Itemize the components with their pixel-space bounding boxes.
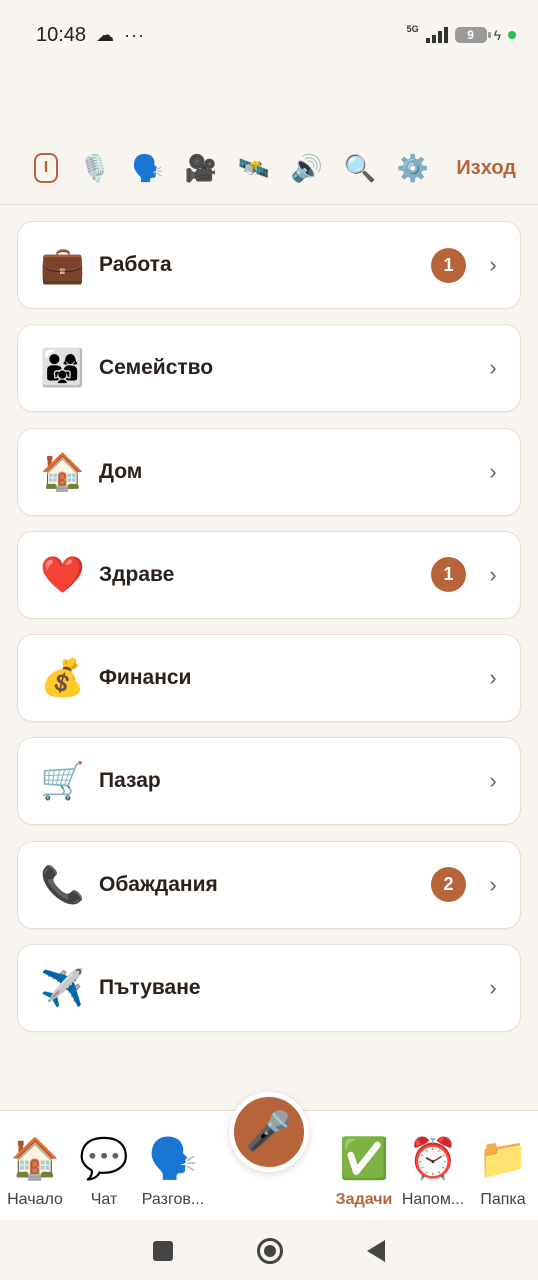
briefcase-icon: 💼 xyxy=(40,244,85,285)
category-label: Семейство xyxy=(99,356,214,380)
nav-label: Напом... xyxy=(401,1191,465,1208)
category-finance[interactable]: 💰 Финанси › xyxy=(17,634,521,723)
home-icon: 🏠 xyxy=(10,1137,60,1181)
count-badge: 1 xyxy=(431,247,466,283)
cursor-icon[interactable]: I xyxy=(34,153,58,183)
battery-level: 9 xyxy=(467,28,474,42)
recent-apps-button[interactable] xyxy=(153,1241,173,1261)
category-work[interactable]: 💼 Работа 1 › xyxy=(17,221,521,309)
movie-camera-icon[interactable]: 🎥 xyxy=(185,152,217,184)
nav-conversations[interactable]: 🗣️ Разгов... xyxy=(138,1133,208,1209)
category-health[interactable]: ❤️ Здраве 1 › xyxy=(17,530,521,619)
nav-label: Задачи xyxy=(335,1191,393,1208)
microphone-button[interactable]: 🎤 xyxy=(229,1092,309,1172)
toolbar-icons: I 🎙️ 🗣️ 🎥 🛰️ 🔊 🔍 ⚙️ xyxy=(34,152,456,184)
battery-icon: 9 xyxy=(454,27,491,43)
nav-chat[interactable]: 💬 Чат xyxy=(69,1133,139,1209)
category-list: 💼 Работа 1 › 👨‍👩‍👧 Семейство › 🏠 Дом › ❤… xyxy=(17,221,521,1047)
signal-icon xyxy=(425,27,448,43)
chevron-right-icon: › xyxy=(489,355,497,381)
category-label: Дом xyxy=(99,459,143,483)
category-label: Пътуване xyxy=(99,976,201,1000)
status-right: 5G 9 ϟ xyxy=(406,24,516,43)
heart-icon: ❤️ xyxy=(40,553,85,595)
microphone-icon: 🎤 xyxy=(245,1111,293,1153)
cloud-icon: ☁ xyxy=(96,24,115,45)
nav-home[interactable]: 🏠 Начало xyxy=(0,1133,70,1209)
speaker-icon[interactable]: 🔊 xyxy=(291,152,323,184)
toolbar-divider xyxy=(0,204,538,205)
category-shopping[interactable]: 🛒 Пазар › xyxy=(17,737,521,826)
nav-reminders[interactable]: ⏰ Напом... xyxy=(398,1133,468,1209)
alarm-clock-icon: ⏰ xyxy=(408,1137,458,1181)
status-bar: 10:48 ☁ ··· 5G 9 ϟ xyxy=(0,0,538,70)
category-travel[interactable]: ✈️ Пътуване › xyxy=(17,944,521,1033)
chat-bubble-icon: 💬 xyxy=(79,1137,129,1181)
privacy-indicator-dot xyxy=(508,31,516,39)
nav-label: Начало xyxy=(7,1191,63,1208)
gear-icon[interactable]: ⚙️ xyxy=(397,152,429,184)
system-navigation-bar xyxy=(0,1222,538,1280)
category-label: Финанси xyxy=(99,666,192,690)
charging-icon: ϟ xyxy=(493,27,501,43)
telephone-icon: 📞 xyxy=(40,863,85,905)
satellite-icon[interactable]: 🛰️ xyxy=(238,152,270,184)
category-family[interactable]: 👨‍👩‍👧 Семейство › xyxy=(17,324,521,413)
magnifier-icon[interactable]: 🔍 xyxy=(344,152,376,184)
house-icon: 🏠 xyxy=(40,450,85,492)
chevron-right-icon: › xyxy=(489,561,497,587)
nav-label: Разгов... xyxy=(141,1191,205,1208)
chevron-right-icon: › xyxy=(489,768,497,794)
family-icon: 👨‍👩‍👧 xyxy=(40,347,85,389)
category-label: Работа xyxy=(99,253,172,276)
speaking-head-icon: 🗣️ xyxy=(148,1137,198,1181)
chevron-right-icon: › xyxy=(489,975,497,1001)
more-notifications-icon: ··· xyxy=(124,24,146,45)
home-button[interactable] xyxy=(257,1238,283,1264)
microphone-icon[interactable]: 🎙️ xyxy=(79,152,111,184)
chevron-right-icon: › xyxy=(489,665,497,691)
speaking-head-icon[interactable]: 🗣️ xyxy=(132,152,164,184)
status-left: 10:48 ☁ ··· xyxy=(36,24,145,47)
status-time: 10:48 xyxy=(36,23,87,46)
shopping-cart-icon: 🛒 xyxy=(40,760,85,802)
money-bag-icon: 💰 xyxy=(40,657,85,699)
logout-button[interactable]: Изход xyxy=(456,157,516,180)
chevron-right-icon: › xyxy=(489,871,497,897)
nav-tasks[interactable]: ✅ Задачи xyxy=(329,1133,399,1209)
toolbar: I 🎙️ 🗣️ 🎥 🛰️ 🔊 🔍 ⚙️ Изход xyxy=(0,140,538,196)
nav-label: Папка xyxy=(480,1191,526,1208)
nav-label: Чат xyxy=(90,1191,118,1208)
nav-folder[interactable]: 📁 Папка xyxy=(468,1133,538,1209)
check-mark-icon: ✅ xyxy=(339,1137,389,1181)
chevron-right-icon: › xyxy=(489,458,497,484)
count-badge: 2 xyxy=(431,867,466,903)
network-type: 5G xyxy=(406,24,419,34)
chevron-right-icon: › xyxy=(489,252,497,277)
home-dot xyxy=(264,1245,276,1257)
category-label: Обаждания xyxy=(99,872,218,896)
category-label: Здраве xyxy=(99,562,175,586)
cursor-glyph: I xyxy=(43,159,49,176)
category-label: Пазар xyxy=(99,769,161,793)
count-badge: 1 xyxy=(431,557,466,593)
category-home[interactable]: 🏠 Дом › xyxy=(17,427,521,516)
airplane-icon: ✈️ xyxy=(40,967,85,1009)
folder-icon: 📁 xyxy=(478,1137,528,1181)
category-calls[interactable]: 📞 Обаждания 2 › xyxy=(17,840,521,929)
back-button[interactable] xyxy=(367,1240,385,1262)
